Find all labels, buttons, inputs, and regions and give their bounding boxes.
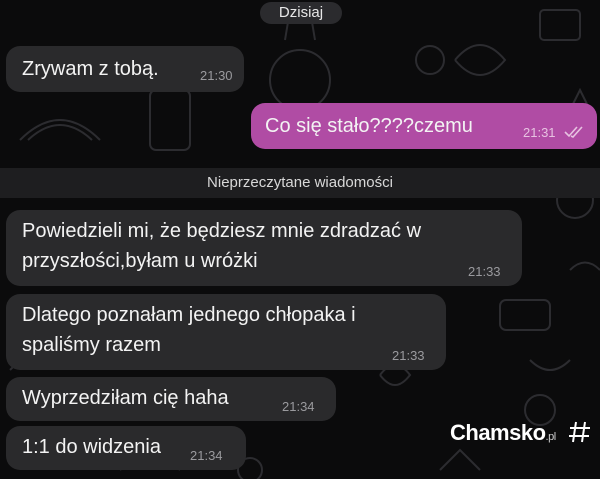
message-time: 21:33 bbox=[392, 348, 425, 363]
hash-icon bbox=[569, 421, 590, 443]
message-time: 21:30 bbox=[200, 68, 233, 83]
message-bubble-5[interactable]: Wyprzedziłam cię haha 21:34 bbox=[6, 377, 336, 421]
message-text: Co się stało????czemu bbox=[265, 115, 473, 137]
watermark-suffix: .pl bbox=[545, 431, 557, 443]
message-bubble-4[interactable]: Dlatego poznałam jednego chłopaka i spal… bbox=[6, 294, 446, 370]
unread-messages-divider: Nieprzeczytane wiadomości bbox=[0, 168, 600, 198]
message-text: 1:1 do widzenia bbox=[22, 436, 161, 458]
watermark-name: Chamsko bbox=[450, 420, 546, 445]
message-time: 21:31 bbox=[523, 125, 556, 140]
message-time: 21:34 bbox=[282, 399, 315, 414]
message-time: 21:33 bbox=[468, 264, 501, 279]
message-text-line2: przyszłości,byłam u wróżki bbox=[22, 250, 258, 272]
message-text-line1: Dlatego poznałam jednego chłopaka i bbox=[22, 304, 356, 326]
date-separator: Dzisiaj bbox=[260, 2, 342, 24]
watermark-logo: Chamsko.pl bbox=[450, 420, 556, 446]
message-bubble-6[interactable]: 1:1 do widzenia 21:34 bbox=[6, 426, 246, 470]
message-text-line2: spaliśmy razem bbox=[22, 334, 161, 356]
message-bubble-1[interactable]: Zrywam z tobą. 21:30 bbox=[6, 46, 244, 92]
message-bubble-2[interactable]: Co się stało????czemu 21:31 bbox=[251, 103, 597, 149]
double-check-icon bbox=[564, 126, 583, 138]
message-bubble-3[interactable]: Powiedzieli mi, że będziesz mnie zdradza… bbox=[6, 210, 522, 286]
message-time: 21:34 bbox=[190, 448, 223, 463]
message-text: Wyprzedziłam cię haha bbox=[22, 387, 229, 409]
message-text-line1: Powiedzieli mi, że będziesz mnie zdradza… bbox=[22, 220, 422, 242]
message-text: Zrywam z tobą. bbox=[22, 58, 159, 80]
